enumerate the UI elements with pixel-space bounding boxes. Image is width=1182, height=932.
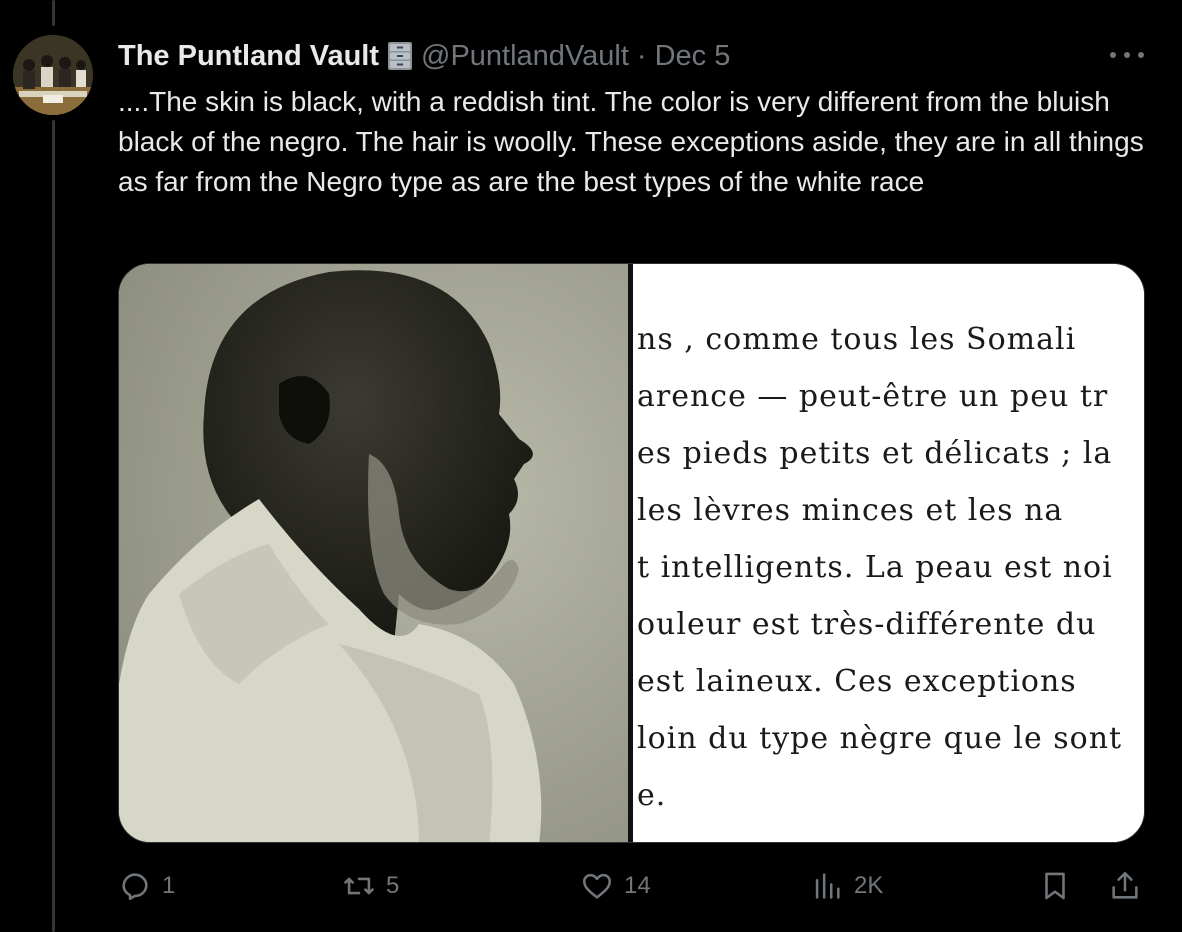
- reply-button[interactable]: 1: [118, 862, 175, 910]
- reply-count: 1: [162, 872, 176, 899]
- avatar[interactable]: [13, 35, 93, 115]
- scan-text-line: les lèvres minces et les na: [637, 493, 1064, 528]
- bookmark-icon: [1038, 869, 1072, 903]
- scan-text-line: arence — peut-être un peu tr: [637, 379, 1109, 414]
- views-chart-icon: [810, 869, 844, 903]
- scan-text-line: e.: [637, 778, 667, 813]
- heart-icon: [580, 869, 614, 903]
- scan-text-line: ouleur est très-différente du: [637, 607, 1097, 642]
- scan-text-line: loin du type nègre que le sont: [637, 721, 1123, 756]
- tweet-header: The Puntland Vault @PuntlandVault · Dec …: [118, 36, 730, 76]
- share-button[interactable]: [1108, 862, 1142, 910]
- retweet-icon: [342, 869, 376, 903]
- thread-line: [52, 0, 55, 26]
- views-button[interactable]: 2K: [810, 862, 883, 910]
- views-count: 2K: [854, 872, 884, 899]
- share-icon: [1108, 869, 1142, 903]
- tweet-page: The Puntland Vault @PuntlandVault · Dec …: [0, 0, 1182, 932]
- tweet-date[interactable]: Dec 5: [655, 40, 731, 73]
- tweet-media[interactable]: ns , comme tous les Somali arence — peut…: [118, 263, 1145, 843]
- scan-text-line: ns , comme tous les Somali: [637, 322, 1077, 357]
- scan-text-line: est laineux. Ces exceptions: [637, 664, 1077, 699]
- bookmark-button[interactable]: [1038, 862, 1072, 910]
- file-cabinet-icon: [387, 41, 413, 71]
- like-button[interactable]: 14: [580, 862, 651, 910]
- like-count: 14: [624, 872, 651, 899]
- display-name[interactable]: The Puntland Vault: [118, 40, 379, 73]
- scan-text-line: t intelligents. La peau est noi: [637, 550, 1113, 585]
- user-handle[interactable]: @PuntlandVault: [421, 40, 629, 73]
- tweet-text: ....The skin is black, with a reddish ti…: [118, 86, 1144, 197]
- scan-text-line: es pieds petits et délicats ; la: [637, 436, 1113, 471]
- thread-line: [52, 120, 55, 932]
- more-options-icon[interactable]: [1110, 48, 1144, 62]
- action-bar: 1 5 14 2K: [118, 862, 1148, 910]
- reply-icon: [118, 869, 152, 903]
- document-scan[interactable]: ns , comme tous les Somali arence — peut…: [633, 264, 1144, 842]
- portrait-photo[interactable]: [119, 264, 628, 842]
- retweet-button[interactable]: 5: [342, 862, 399, 910]
- separator-dot: ·: [636, 39, 647, 72]
- retweet-count: 5: [386, 872, 400, 899]
